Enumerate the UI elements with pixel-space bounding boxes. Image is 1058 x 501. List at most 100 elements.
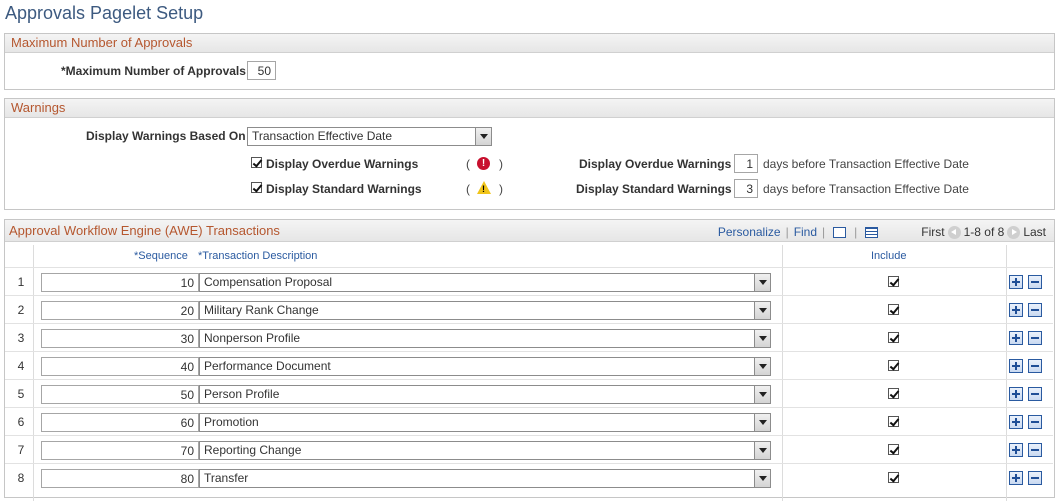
delete-row-icon[interactable] [1028,331,1042,345]
error-icon: ! [477,157,490,170]
transaction-description-select[interactable]: Compensation Proposal [199,273,771,292]
overdue-days-label: Display Overdue Warnings [579,157,732,171]
include-checkbox[interactable] [888,444,899,455]
chevron-down-icon[interactable] [754,358,770,375]
standard-days-label: Display Standard Warnings [576,182,732,196]
sequence-input[interactable] [41,301,199,320]
overdue-days-input[interactable] [734,154,758,173]
add-row-icon[interactable] [1009,359,1023,373]
page-title: Approvals Pagelet Setup [5,3,204,23]
add-row-icon[interactable] [1009,443,1023,457]
delete-row-icon[interactable] [1028,471,1042,485]
transaction-description-value: Person Profile [204,387,280,401]
transaction-description-value: Nonperson Profile [204,331,301,345]
include-checkbox[interactable] [888,388,899,399]
standard-days-input[interactable] [734,179,758,198]
transaction-description-value: Reporting Change [204,443,302,457]
chevron-down-icon[interactable] [754,386,770,403]
delete-row-icon[interactable] [1028,387,1042,401]
standard-paren-open: ( [466,182,470,196]
include-checkbox[interactable] [888,472,899,483]
add-row-icon[interactable] [1009,303,1023,317]
previous-icon[interactable] [947,225,961,239]
row-number: 6 [17,415,25,429]
add-row-icon[interactable] [1009,331,1023,345]
transaction-description-select[interactable]: Nonperson Profile [199,329,771,348]
next-icon[interactable] [1007,225,1021,239]
row-number: 5 [17,387,25,401]
standard-warnings-checkbox[interactable] [251,182,262,193]
max-approvals-label: *Maximum Number of Approvals [61,64,246,78]
warnings-group: Warnings Display Warnings Based On Trans… [4,98,1055,210]
include-checkbox[interactable] [888,416,899,427]
chevron-down-icon[interactable] [754,470,770,487]
nav-separator: | [785,225,789,239]
add-row-icon[interactable] [1009,415,1023,429]
chevron-down-icon[interactable] [754,414,770,431]
delete-row-icon[interactable] [1028,275,1042,289]
delete-row-icon[interactable] [1028,443,1042,457]
sequence-input[interactable] [41,469,199,488]
add-row-icon[interactable] [1009,387,1023,401]
transaction-description-select[interactable]: Military Rank Change [199,301,771,320]
add-row-icon[interactable] [1009,471,1023,485]
include-checkbox[interactable] [888,332,899,343]
chevron-down-icon[interactable] [475,128,491,145]
sequence-input[interactable] [41,441,199,460]
table-row: 2 Military Rank Change [5,295,1053,323]
table-row: 3 Nonperson Profile [5,323,1053,351]
overdue-warnings-checkbox-label: Display Overdue Warnings [266,157,419,171]
transaction-description-value: Promotion [204,415,259,429]
transaction-description-value: Military Rank Change [204,303,319,317]
first-label[interactable]: First [921,225,944,239]
add-row-icon[interactable] [1009,275,1023,289]
chevron-down-icon[interactable] [754,274,770,291]
sequence-input[interactable] [41,273,199,292]
delete-row-icon[interactable] [1028,359,1042,373]
transaction-description-select[interactable]: Reporting Change [199,441,771,460]
delete-row-icon[interactable] [1028,303,1042,317]
chevron-down-icon[interactable] [754,330,770,347]
warnings-based-on-select[interactable]: Transaction Effective Date [247,127,492,146]
transaction-description-select[interactable]: Promotion [199,413,771,432]
transaction-description-select[interactable]: Person Profile [199,385,771,404]
row-number: 7 [17,443,25,457]
sequence-input[interactable] [41,385,199,404]
transaction-description-value: Transfer [204,471,249,485]
max-approvals-input[interactable] [247,61,276,80]
delete-row-icon[interactable] [1028,415,1042,429]
include-checkbox[interactable] [888,360,899,371]
chevron-down-icon[interactable] [754,442,770,459]
view-all-icon[interactable] [833,226,847,238]
chevron-down-icon[interactable] [754,302,770,319]
awe-grid-title: Approval Workflow Engine (AWE) Transacti… [9,223,280,238]
table-row: 4 Performance Document [5,351,1053,379]
row-number: 1 [17,275,25,289]
include-checkbox[interactable] [888,304,899,315]
overdue-paren-close: ) [499,157,503,171]
sequence-input[interactable] [41,357,199,376]
table-row: 6 Promotion [5,407,1053,435]
row-number: 8 [17,471,25,485]
sequence-input[interactable] [41,329,199,348]
sequence-input[interactable] [41,413,199,432]
awe-transactions-grid: Approval Workflow Engine (AWE) Transacti… [4,219,1055,501]
include-checkbox[interactable] [888,276,899,287]
warnings-based-on-label: Display Warnings Based On [86,129,246,143]
overdue-warnings-checkbox[interactable] [251,157,262,168]
col-header-description: *Transaction Description [198,250,318,262]
transaction-description-select[interactable]: Transfer [199,469,771,488]
download-grid-icon[interactable] [865,226,879,238]
col-header-sequence: *Sequence [134,250,188,262]
last-label[interactable]: Last [1023,225,1046,239]
transaction-description-select[interactable]: Performance Document [199,357,771,376]
col-header-include: Include [871,250,907,262]
find-link[interactable]: Find [794,225,817,239]
transaction-description-value: Performance Document [204,359,331,373]
table-row: 8 Transfer [5,463,1053,491]
warnings-based-on-value: Transaction Effective Date [252,129,393,143]
table-row: 1 Compensation Proposal [5,267,1053,295]
table-row: 5 Person Profile [5,379,1053,407]
personalize-link[interactable]: Personalize [718,225,781,239]
max-approvals-group: Maximum Number of Approvals *Maximum Num… [4,33,1055,90]
